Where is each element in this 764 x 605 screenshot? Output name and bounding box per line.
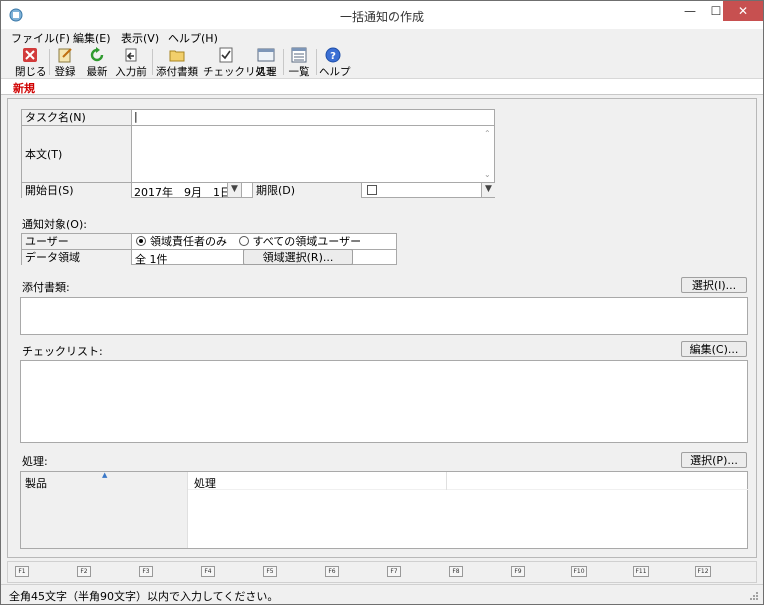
register-button[interactable]: 登録	[53, 47, 77, 79]
window-title: 一括通知の作成	[339, 10, 424, 24]
target-label: 通知対象(O):	[22, 218, 87, 231]
prev-input-button[interactable]: 入力前	[115, 47, 147, 79]
fkey-f12[interactable]: F12	[695, 566, 711, 577]
tab-new[interactable]: 新規	[13, 80, 35, 96]
svg-text:?: ?	[330, 51, 336, 62]
radio-manager-only[interactable]: 領域責任者のみ	[136, 235, 227, 248]
toolbar-separator	[316, 49, 317, 75]
menu-edit[interactable]: 編集(E)	[73, 30, 111, 46]
user-label: ユーザー	[22, 234, 132, 250]
minimize-button[interactable]: —	[677, 1, 703, 21]
task-table: タスク名(N) | 本文(T) ⌃ ⌄ 開始日(S) 2017年 9月 1日 ▼…	[21, 109, 495, 199]
status-bar: 全角45文字（半角90文字）以内で入力してください。	[1, 584, 763, 604]
checklist-label: チェックリスト:	[22, 345, 103, 358]
attachments-list[interactable]	[20, 297, 748, 335]
toolbar-separator	[49, 49, 50, 75]
register-icon	[58, 48, 72, 63]
form-panel: タスク名(N) | 本文(T) ⌃ ⌄ 開始日(S) 2017年 9月 1日 ▼…	[7, 98, 757, 558]
column-divider	[446, 472, 447, 490]
refresh-icon	[90, 47, 104, 62]
sort-ascending-icon: ▲	[102, 471, 108, 479]
target-table: ユーザー 領域責任者のみ すべての領域ユーザー データ領域 全 1件 領域選択(…	[21, 233, 397, 266]
process-window-icon	[257, 48, 275, 62]
close-window-button[interactable]: ✕	[723, 1, 763, 21]
attachments-label: 添付書類:	[22, 281, 70, 294]
scroll-down-icon[interactable]: ⌄	[484, 170, 491, 179]
function-key-bar: F1 F2 F3 F4 F5 F6 F7 F8 F9 F10 F11 F12	[7, 561, 757, 583]
attachments-tool-button[interactable]: 添付書類	[156, 47, 198, 79]
column-header-product[interactable]: 製品	[25, 475, 47, 491]
body-label: 本文(T)	[22, 126, 132, 183]
task-name-input[interactable]: |	[132, 110, 495, 126]
data-area-value: 全 1件	[135, 253, 168, 266]
body-textarea[interactable]: ⌃ ⌄	[132, 126, 495, 183]
due-checkbox[interactable]	[367, 185, 377, 195]
menu-view[interactable]: 表示(V)	[121, 30, 159, 46]
toolbar-separator	[283, 49, 284, 75]
menu-bar: ファイル(F) 編集(E) 表示(V) ヘルプ(H)	[1, 29, 763, 45]
fkey-f10[interactable]: F10	[571, 566, 587, 577]
attachments-select-button[interactable]: 選択(I)...	[681, 277, 747, 293]
checklist-area[interactable]	[20, 360, 748, 443]
process-header-row	[188, 472, 748, 490]
menu-file[interactable]: ファイル(F)	[11, 30, 70, 46]
body-scrollbar[interactable]: ⌃ ⌄	[482, 127, 494, 181]
fkey-f4[interactable]: F4	[201, 566, 215, 577]
list-window-icon	[291, 47, 307, 63]
fkey-f9[interactable]: F9	[511, 566, 525, 577]
chevron-down-icon[interactable]: ▼	[227, 183, 241, 197]
list-tool-button[interactable]: 一覧	[287, 47, 311, 79]
process-table: 製品 ▲ 処理	[20, 471, 748, 549]
area-select-button[interactable]: 領域選択(R)...	[243, 249, 353, 265]
data-area-label: データ領域	[22, 250, 132, 265]
main-window: 一括通知の作成 — ☐ ✕ ファイル(F) 編集(E) 表示(V) ヘルプ(H)…	[0, 0, 764, 605]
folder-icon	[169, 50, 185, 62]
fkey-f1[interactable]: F1	[15, 566, 29, 577]
fkey-f6[interactable]: F6	[325, 566, 339, 577]
start-date-picker[interactable]: 2017年 9月 1日 ▼	[132, 183, 242, 199]
process-label: 処理:	[22, 455, 48, 468]
toolbar: 閉じる 登録 最新 入力前 添付書類 チェックリスト 処理 一覧 ? ヘルプ	[1, 45, 763, 79]
close-red-icon	[23, 48, 37, 62]
fkey-f7[interactable]: F7	[387, 566, 401, 577]
help-icon: ?	[325, 47, 341, 63]
start-date-label: 開始日(S)	[22, 183, 132, 198]
chevron-down-icon[interactable]: ▼	[481, 183, 495, 197]
resize-grip-icon[interactable]	[749, 591, 759, 601]
checklist-icon	[219, 47, 233, 63]
fkey-f8[interactable]: F8	[449, 566, 463, 577]
checklist-tool-button[interactable]: チェックリスト	[203, 47, 277, 79]
undo-icon	[125, 48, 137, 62]
title-bar: 一括通知の作成 — ☐ ✕	[1, 1, 763, 29]
refresh-button[interactable]: 最新	[85, 47, 109, 79]
radio-all-users[interactable]: すべての領域ユーザー	[238, 235, 361, 248]
scroll-up-icon[interactable]: ⌃	[484, 129, 491, 138]
toolbar-separator	[152, 49, 153, 75]
fkey-f3[interactable]: F3	[139, 566, 153, 577]
process-select-button[interactable]: 選択(P)...	[681, 452, 747, 468]
fkey-f11[interactable]: F11	[633, 566, 649, 577]
due-date-picker[interactable]: ▼	[363, 183, 495, 198]
process-tool-button[interactable]: 処理	[254, 47, 278, 79]
help-tool-button[interactable]: ? ヘルプ	[319, 47, 351, 79]
menu-help[interactable]: ヘルプ(H)	[168, 30, 218, 46]
close-tool-button[interactable]: 閉じる	[15, 47, 47, 79]
checklist-edit-button[interactable]: 編集(C)...	[681, 341, 747, 357]
fkey-f5[interactable]: F5	[263, 566, 277, 577]
tab-strip: 新規	[1, 79, 763, 95]
status-text: 全角45文字（半角90文字）以内で入力してください。	[9, 590, 279, 603]
due-label: 期限(D)	[252, 183, 362, 198]
fkey-f2[interactable]: F2	[77, 566, 91, 577]
user-radio-group: 領域責任者のみ すべての領域ユーザー	[132, 234, 397, 250]
task-name-label: タスク名(N)	[22, 110, 132, 126]
